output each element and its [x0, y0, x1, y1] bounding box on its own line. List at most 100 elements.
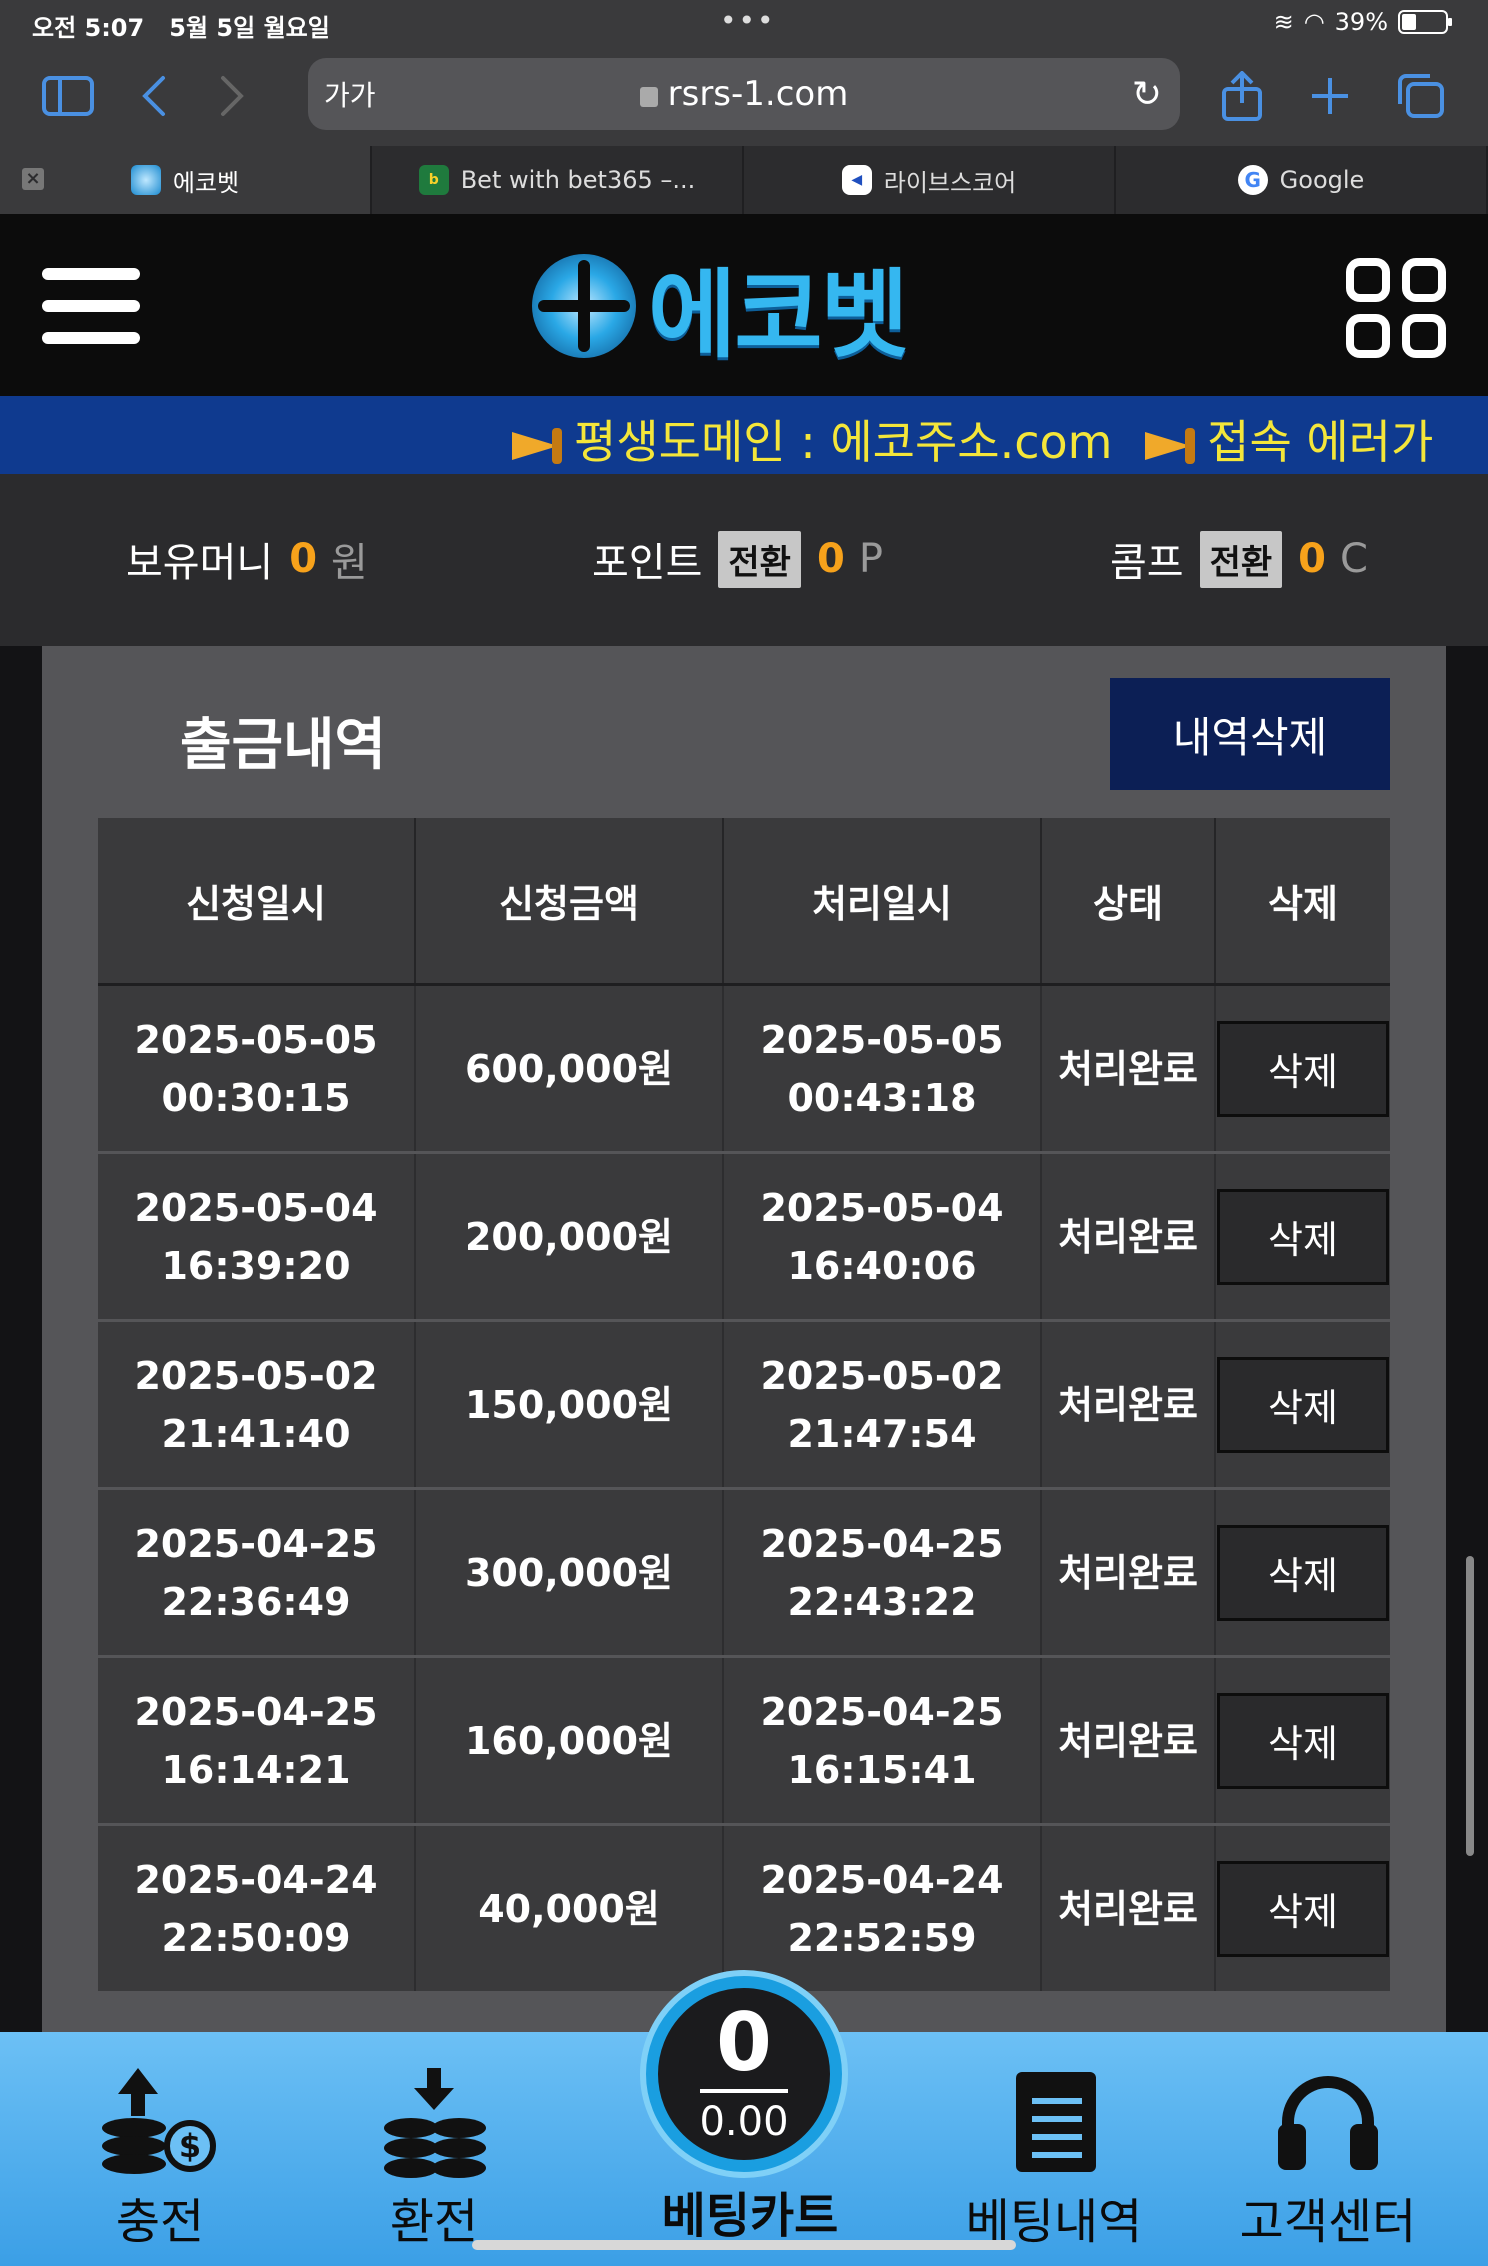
nav-support-label: 고객센터: [1239, 2194, 1417, 2250]
header-request-time: 신청일시: [98, 818, 416, 983]
request-time-cell: 2025-04-25 22:36:49: [98, 1490, 416, 1655]
process-date: 2025-04-24: [760, 1857, 1004, 1902]
sidebar-icon[interactable]: [40, 68, 96, 124]
process-date: 2025-05-05: [760, 1017, 1004, 1062]
request-time: 00:30:15: [161, 1075, 351, 1120]
amount-cell: 200,000원: [416, 1154, 724, 1319]
tab-bar: × 에코벳 b Bet with bet365 –... ◀ 라이브스코어 G …: [0, 146, 1488, 214]
row-delete-button[interactable]: 삭제: [1217, 1524, 1389, 1621]
logo-text: 에코벳: [648, 258, 909, 371]
marquee-text: 평생도메인 : 에코주소.com 접속 에러가: [508, 406, 1433, 472]
request-date: 2025-05-02: [134, 1353, 378, 1398]
share-icon[interactable]: [1214, 68, 1270, 124]
status-cell: 처리완료: [1042, 1658, 1216, 1823]
tabs-overview-icon[interactable]: [1392, 68, 1448, 124]
money-value: 0: [289, 536, 318, 582]
tab-echobet[interactable]: × 에코벳: [0, 146, 372, 214]
amount-cell: 300,000원: [416, 1490, 724, 1655]
delete-history-button[interactable]: 내역삭제: [1110, 678, 1390, 790]
delete-cell: 삭제: [1216, 986, 1390, 1151]
delete-cell: 삭제: [1216, 1826, 1390, 1991]
table-header: 신청일시 신청금액 처리일시 상태 삭제: [98, 818, 1390, 986]
bet-cart-button[interactable]: 0 0.00: [646, 1976, 842, 2172]
address-bar[interactable]: 가가 rsrs-1.com ↻: [308, 58, 1180, 130]
tab-bet365[interactable]: b Bet with bet365 –...: [372, 146, 744, 214]
forward-icon[interactable]: [204, 68, 260, 124]
menu-icon[interactable]: [42, 268, 140, 344]
apps-grid-icon[interactable]: [1346, 258, 1446, 358]
tab-title: Bet with bet365 –...: [460, 166, 696, 194]
process-date: 2025-05-02: [760, 1353, 1004, 1398]
process-date: 2025-04-25: [760, 1521, 1004, 1566]
tab-google[interactable]: G Google: [1116, 146, 1488, 214]
process-time: 22:52:59: [787, 1915, 977, 1960]
page-title: 출금내역: [180, 713, 387, 778]
table-row: 2025-04-25 22:36:49 300,000원 2025-04-25 22:4…: [98, 1490, 1390, 1658]
nav-withdraw[interactable]: 환전: [314, 2032, 554, 2266]
row-delete-button[interactable]: 삭제: [1217, 1356, 1389, 1453]
browser-chrome: 오전 5:07 5월 5일 월요일 ••• ≋ ◠ 39% 가가 rsrs-1.…: [0, 0, 1488, 214]
battery-percent: 39%: [1334, 8, 1388, 36]
comp-convert-button[interactable]: 전환: [1199, 530, 1283, 588]
nav-support[interactable]: 고객센터: [1208, 2032, 1448, 2266]
logo-mark-icon: [532, 254, 636, 358]
scrollbar[interactable]: [1466, 1556, 1474, 1856]
request-time: 16:14:21: [161, 1747, 351, 1792]
process-time: 16:15:41: [787, 1747, 977, 1792]
process-time: 16:40:06: [787, 1243, 977, 1288]
nav-bet-history[interactable]: 베팅내역: [934, 2032, 1174, 2266]
site-logo[interactable]: 에코벳: [532, 254, 962, 371]
wifi-icon: ≋: [1273, 8, 1294, 36]
new-tab-icon[interactable]: [1302, 68, 1358, 124]
process-time-cell: 2025-05-02 21:47:54: [724, 1322, 1042, 1487]
delete-cell: 삭제: [1216, 1658, 1390, 1823]
request-time-cell: 2025-05-05 00:30:15: [98, 986, 416, 1151]
tab-close-icon[interactable]: ×: [22, 168, 44, 190]
amount: 300,000원: [464, 1550, 674, 1595]
nav-deposit[interactable]: $ 충전: [40, 2032, 280, 2266]
point-value: 0: [816, 536, 845, 582]
headphones-icon: ◠: [1303, 8, 1325, 36]
status-bar: 오전 5:07 5월 5일 월요일 ••• ≋ ◠ 39%: [0, 0, 1488, 46]
browser-toolbar: 가가 rsrs-1.com ↻: [0, 50, 1488, 140]
cart-amount: 0.00: [699, 2099, 789, 2145]
cart-count: 0: [700, 2003, 788, 2093]
request-date: 2025-04-24: [134, 1857, 378, 1902]
bet365-favicon-icon: b: [418, 165, 449, 195]
back-icon[interactable]: [126, 68, 182, 124]
point-unit: P: [858, 536, 883, 582]
table-row: 2025-05-02 21:41:40 150,000원 2025-05-02 21:4…: [98, 1322, 1390, 1490]
amount: 150,000원: [464, 1382, 674, 1427]
status-cell: 처리완료: [1042, 1154, 1216, 1319]
status-badge: 처리완료: [1058, 1382, 1198, 1427]
nav-withdraw-label: 환전: [389, 2194, 479, 2250]
row-delete-button[interactable]: 삭제: [1217, 1692, 1389, 1789]
point-convert-button[interactable]: 전환: [718, 530, 801, 588]
more-dots-icon[interactable]: •••: [720, 4, 776, 37]
row-delete-button[interactable]: 삭제: [1217, 1188, 1389, 1285]
status-badge: 처리완료: [1058, 1718, 1198, 1763]
process-time-cell: 2025-04-24 22:52:59: [724, 1826, 1042, 1991]
row-delete-button[interactable]: 삭제: [1217, 1860, 1389, 1957]
tab-livescore[interactable]: ◀ 라이브스코어: [744, 146, 1116, 214]
wallet-comp: 콤프 전환 0 C: [1110, 530, 1368, 588]
comp-label: 콤프: [1110, 540, 1184, 586]
process-date: 2025-05-04: [760, 1185, 1004, 1230]
notice-marquee: 평생도메인 : 에코주소.com 접속 에러가: [0, 396, 1488, 474]
request-date: 2025-04-25: [134, 1521, 378, 1566]
tab-title: 라이브스코어: [883, 168, 1017, 197]
delete-cell: 삭제: [1216, 1322, 1390, 1487]
delete-cell: 삭제: [1216, 1490, 1390, 1655]
request-time-cell: 2025-04-24 22:50:09: [98, 1826, 416, 1991]
row-delete-button[interactable]: 삭제: [1217, 1020, 1389, 1117]
megaphone-icon: [1141, 424, 1201, 468]
request-time-cell: 2025-05-04 16:39:20: [98, 1154, 416, 1319]
amount-cell: 160,000원: [416, 1658, 724, 1823]
bet-cart-label[interactable]: 베팅카트: [620, 2176, 880, 2246]
header-request-amount: 신청금액: [416, 818, 724, 983]
comp-value: 0: [1298, 536, 1327, 582]
amount-cell: 150,000원: [416, 1322, 724, 1487]
reload-icon[interactable]: ↻: [1132, 74, 1162, 115]
url-text: rsrs-1.com: [308, 74, 1180, 114]
money-label: 보유머니: [126, 540, 274, 586]
